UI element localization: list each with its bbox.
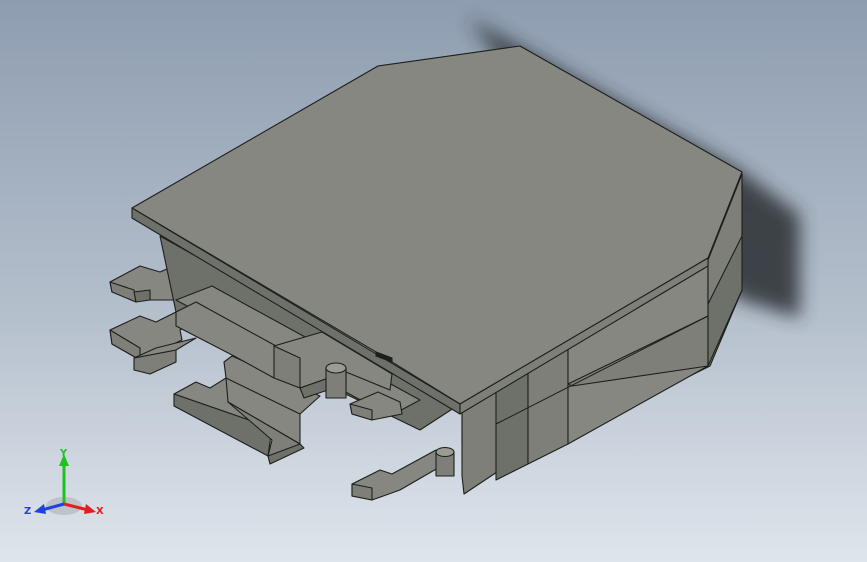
- x-axis-label: X: [96, 506, 104, 517]
- z-axis-label: Z: [24, 506, 31, 517]
- graphics-viewport[interactable]: Y X Z: [0, 0, 867, 562]
- connector-part[interactable]: [109, 45, 743, 501]
- orientation-triad[interactable]: Y X Z: [22, 446, 112, 526]
- 3d-model-view[interactable]: [0, 0, 867, 562]
- y-axis-label: Y: [59, 448, 68, 459]
